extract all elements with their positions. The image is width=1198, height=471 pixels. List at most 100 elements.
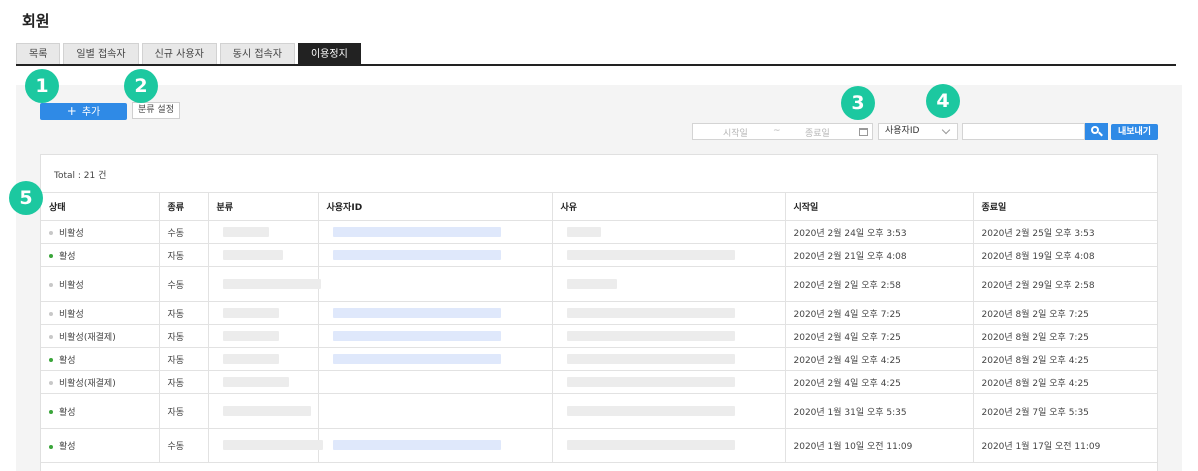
type-cell: 수동 [158,220,208,244]
reason-cell [551,243,785,267]
date-range-separator: ~ [773,126,781,136]
date-range-picker[interactable]: 시작일 ~ 종료일 [692,123,873,140]
end-date-cell: 2020년 2월 29일 오후 2:58 [972,266,1157,302]
suspension-table-container: Total : 21 건 상태 종류 분류 사용자ID 사유 시작일 종료일 비… [40,154,1158,471]
status-label: 비활성(재결제) [59,332,116,343]
search-icon-handle [1098,131,1103,137]
status-cell: 활성 [41,243,159,267]
category-cell [207,301,318,325]
redacted-value [332,249,501,260]
header-start-date[interactable]: 시작일 [784,192,973,221]
header-end-date[interactable]: 종료일 [972,192,1157,221]
start-date-cell: 2020년 2월 4일 오후 4:25 [784,347,973,371]
redacted-value [222,226,269,237]
tab-list[interactable]: 목록 [16,43,61,65]
header-user-id[interactable]: 사용자ID [317,192,552,221]
redacted-value [566,249,735,260]
status-cell: 활성 [41,393,159,429]
status-inactive-dot-icon [49,231,53,235]
end-date-field[interactable]: 종료일 [805,126,830,139]
table-row[interactable]: 비활성 수동 2020년 2월 2일 오후 2:58 2020년 2월 29일 오후 … [41,266,1157,302]
table-row[interactable]: 비활성 수동 2020년 2월 24일 오후 3:53 2020년 2월 25일 오후… [41,220,1157,244]
badge-2: 2 [124,69,158,103]
plus-icon: + [66,104,77,118]
redacted-value [222,440,323,451]
end-date-cell: 2020년 2월 7일 오후 5:35 [972,393,1157,429]
type-cell: 자동 [158,370,208,394]
type-cell: 수동 [158,428,208,463]
tab-concurrent-users[interactable]: 동시 접속자 [219,43,295,65]
status-label: 활성 [59,407,76,418]
start-date-cell: 2020년 2월 4일 오후 7:25 [784,301,973,325]
redacted-value [222,249,283,260]
badge-4: 4 [926,84,960,118]
tab-suspension[interactable]: 이용정지 [297,43,361,65]
table-row[interactable]: 활성 자동 2020년 2월 21일 오후 4:08 2020년 8월 19일 오후 … [41,243,1157,267]
category-cell [207,428,323,463]
table-row[interactable]: 활성 자동 2020년 2월 4일 오후 4:25 2020년 8월 2일 오후 4:… [41,347,1157,371]
redacted-value [222,307,279,318]
user-id-cell [317,428,552,463]
search-input[interactable] [962,123,1085,140]
table-row[interactable]: 비활성 자동 2020년 2월 4일 오후 7:25 2020년 8월 2일 오후 7… [41,301,1157,325]
status-active-dot-icon [49,254,53,258]
status-active-dot-icon [49,410,53,414]
start-date-field[interactable]: 시작일 [723,126,748,139]
redacted-value [332,440,501,451]
header-category[interactable]: 분류 [207,192,318,221]
redacted-value [566,376,735,387]
user-id-cell [317,266,552,302]
header-reason[interactable]: 사유 [551,192,785,221]
header-status[interactable]: 상태 [41,192,159,221]
user-id-cell [317,393,552,429]
redacted-value [222,278,321,289]
export-button[interactable]: 내보내기 [1111,124,1158,140]
user-id-cell [317,347,552,371]
chevron-down-icon [941,125,951,135]
redacted-value [332,307,501,318]
status-cell: 활성 [41,428,159,463]
category-cell [207,220,318,244]
status-label: 비활성(재결제) [59,378,116,389]
add-button[interactable]: + 추가 [40,103,127,120]
redacted-value [222,376,289,387]
redacted-value [222,405,311,416]
status-label: 활성 [59,355,76,366]
reason-cell [551,347,785,371]
type-cell: 자동 [158,324,208,348]
header-type[interactable]: 종류 [158,192,208,221]
reason-cell [551,324,785,348]
status-label: 비활성 [59,309,84,320]
end-date-cell: 2020년 8월 2일 오후 7:25 [972,324,1157,348]
table-header-row: 상태 종류 분류 사용자ID 사유 시작일 종료일 [41,192,1157,221]
tab-daily-visitors[interactable]: 일별 접속자 [63,43,139,65]
type-cell: 자동 [158,243,208,267]
table-row[interactable]: 활성 수동 2020년 1월 10일 오전 11:09 2020년 1월 17일 오전… [41,428,1157,463]
search-type-value: 사용자ID [885,126,920,136]
table-row[interactable]: 비활성(재결제) 자동 2020년 2월 4일 오후 4:25 2020년 8월 2일… [41,370,1157,394]
redacted-value [566,226,601,237]
table-row[interactable]: 활성 자동 2020년 1월 31일 오후 5:35 2020년 2월 7일 오후 5… [41,393,1157,429]
status-cell: 활성 [41,347,159,371]
calendar-icon[interactable] [859,128,868,136]
table-row[interactable]: 비활성(재결제) 자동 2020년 2월 4일 오후 7:25 2020년 8월 2일… [41,324,1157,348]
redacted-value [566,278,617,289]
category-settings-button[interactable]: 분류 설정 [132,102,180,119]
user-id-cell [317,324,552,348]
type-cell: 수동 [158,266,208,302]
tab-new-users[interactable]: 신규 사용자 [141,43,217,65]
redacted-value [222,330,279,341]
status-cell: 비활성(재결제) [41,370,159,394]
status-cell: 비활성 [41,220,159,244]
end-date-cell: 2020년 8월 19일 오후 4:08 [972,243,1157,267]
type-cell: 자동 [158,347,208,371]
type-cell: 자동 [158,301,208,325]
status-label: 활성 [59,442,76,452]
redacted-value [332,226,501,237]
redacted-value [332,353,501,364]
add-button-label: 추가 [81,107,101,118]
status-cell: 비활성(재결제) [41,324,159,348]
search-button[interactable] [1085,123,1108,140]
search-type-select[interactable]: 사용자ID [878,123,958,140]
reason-cell [551,266,785,302]
